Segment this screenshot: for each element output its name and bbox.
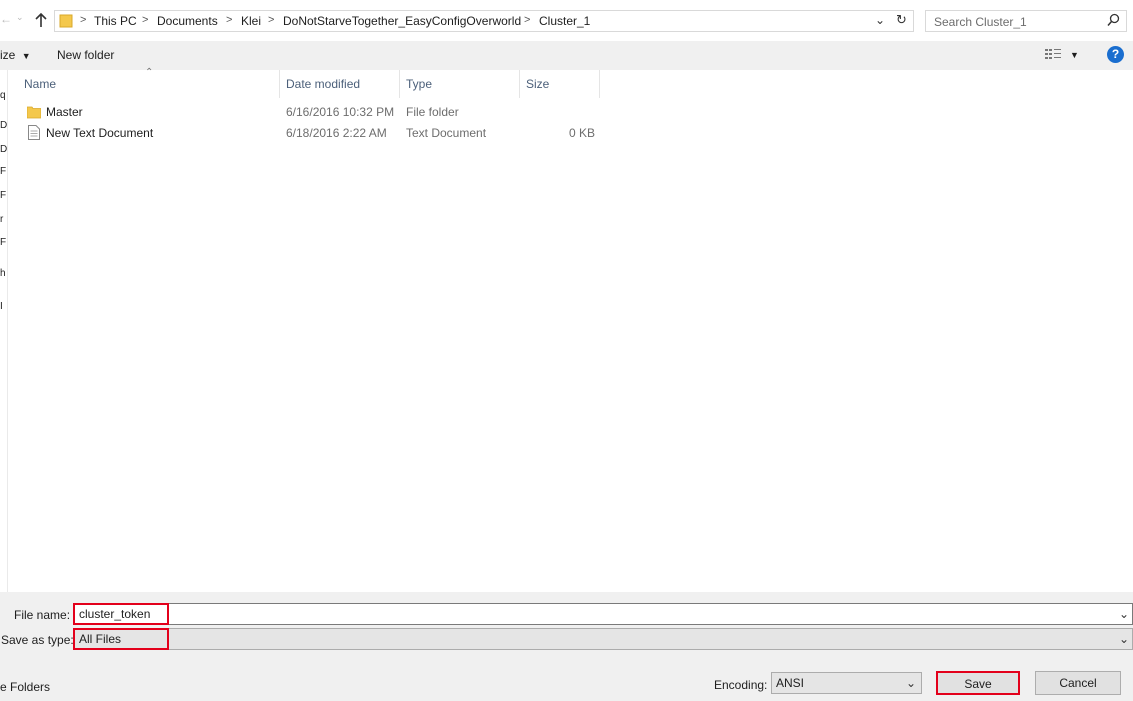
view-options-icon[interactable] bbox=[1045, 48, 1061, 63]
chevron-down-icon[interactable]: ⌄ bbox=[875, 13, 885, 27]
search-input[interactable]: Search Cluster_1 bbox=[925, 10, 1127, 32]
breadcrumb-this-pc[interactable]: This PC bbox=[94, 14, 137, 28]
chevron-down-icon[interactable]: ⌄ bbox=[1119, 607, 1129, 621]
file-name: New Text Document bbox=[46, 126, 154, 140]
chevron-right-icon[interactable]: > bbox=[524, 14, 530, 26]
nav-item[interactable]: D bbox=[0, 144, 7, 155]
chevron-down-icon[interactable]: ⌄ bbox=[906, 676, 916, 690]
save-button[interactable]: Save bbox=[936, 671, 1020, 695]
highlight-box bbox=[73, 628, 169, 650]
encoding-label: Encoding: bbox=[714, 678, 768, 692]
nav-item[interactable]: F bbox=[0, 166, 6, 177]
nav-item[interactable]: h bbox=[0, 268, 6, 279]
file-date: 6/18/2016 2:22 AM bbox=[286, 126, 387, 140]
nav-item[interactable]: q bbox=[0, 90, 6, 101]
highlight-box bbox=[73, 603, 169, 625]
nav-item[interactable]: I bbox=[0, 301, 3, 312]
save-button-label: Save bbox=[964, 677, 992, 691]
column-name-label: Name bbox=[24, 77, 57, 91]
search-icon[interactable] bbox=[1107, 13, 1120, 30]
folder-icon bbox=[26, 105, 42, 122]
chevron-right-icon[interactable]: > bbox=[80, 14, 86, 26]
column-divider[interactable] bbox=[599, 70, 600, 98]
recent-dropdown-icon[interactable]: ⌄ bbox=[16, 12, 24, 23]
nav-item[interactable]: r bbox=[0, 214, 3, 225]
chevron-right-icon[interactable]: > bbox=[268, 14, 274, 26]
breadcrumb-klei[interactable]: Klei bbox=[241, 14, 261, 28]
file-row-new-text-document[interactable]: New Text Document 6/18/2016 2:22 AM Text… bbox=[8, 123, 608, 144]
chevron-down-icon[interactable]: ⌄ bbox=[1119, 632, 1129, 646]
column-header-size[interactable]: Size bbox=[520, 70, 599, 98]
file-name-field[interactable]: cluster_token ⌄ bbox=[73, 603, 1133, 625]
hide-folders-toggle[interactable]: e Folders bbox=[0, 680, 50, 694]
save-type-label: Save as type: bbox=[1, 633, 74, 647]
address-bar[interactable]: > This PC > Documents > Klei > DoNotStar… bbox=[54, 10, 914, 32]
breadcrumb-dst-folder[interactable]: DoNotStarveTogether_EasyConfigOverworld bbox=[283, 14, 521, 28]
nav-item[interactable]: F bbox=[0, 237, 6, 248]
refresh-icon[interactable]: ↻ bbox=[896, 12, 907, 28]
save-type-select[interactable]: All Files ⌄ bbox=[73, 628, 1133, 650]
encoding-value: ANSI bbox=[776, 676, 805, 690]
toolbar: ize ▼ New folder ▼ ? bbox=[0, 41, 1133, 70]
file-date: 6/16/2016 10:32 PM bbox=[286, 105, 395, 119]
cancel-button[interactable]: Cancel bbox=[1035, 671, 1121, 695]
organize-label: ize bbox=[0, 48, 16, 62]
search-placeholder: Search Cluster_1 bbox=[934, 15, 1027, 29]
column-header-date[interactable]: Date modified bbox=[280, 70, 399, 98]
column-header-type[interactable]: Type bbox=[400, 70, 519, 98]
chevron-right-icon[interactable]: > bbox=[142, 14, 148, 26]
text-file-icon bbox=[28, 125, 40, 143]
breadcrumb-documents[interactable]: Documents bbox=[157, 14, 218, 28]
folder-icon bbox=[59, 14, 73, 31]
nav-item[interactable]: D bbox=[0, 120, 7, 131]
save-form: File name: cluster_token ⌄ Save as type:… bbox=[0, 592, 1133, 701]
column-date-label: Date modified bbox=[286, 77, 361, 91]
file-list[interactable]: Name ⌃ Date modified Type Size Master 6/… bbox=[8, 67, 1133, 592]
encoding-select[interactable]: ANSI ⌄ bbox=[771, 672, 922, 694]
up-arrow-icon[interactable] bbox=[33, 10, 49, 30]
help-icon[interactable]: ? bbox=[1107, 46, 1124, 63]
back-icon[interactable]: ← bbox=[0, 12, 12, 26]
caret-down-icon: ▼ bbox=[21, 51, 31, 61]
nav-item[interactable]: F bbox=[0, 190, 6, 201]
chevron-right-icon[interactable]: > bbox=[226, 14, 232, 26]
column-size-label: Size bbox=[526, 77, 550, 91]
file-type: Text Document bbox=[406, 126, 487, 140]
navigation-pane[interactable]: q D D F F r F h I bbox=[0, 70, 8, 592]
file-name: Master bbox=[46, 105, 83, 119]
file-size: 0 KB bbox=[569, 126, 596, 140]
column-type-label: Type bbox=[406, 77, 433, 91]
view-dropdown-icon[interactable]: ▼ bbox=[1070, 50, 1079, 60]
organize-button[interactable]: ize ▼ bbox=[0, 48, 31, 62]
address-row: ← ⌄ > This PC > Documents > Klei > DoNot… bbox=[0, 0, 1133, 41]
sort-ascending-icon: ⌃ bbox=[145, 67, 154, 78]
file-type: File folder bbox=[406, 105, 459, 119]
file-row-master[interactable]: Master 6/16/2016 10:32 PM File folder bbox=[8, 102, 608, 123]
cancel-button-label: Cancel bbox=[1059, 676, 1097, 690]
breadcrumb-cluster[interactable]: Cluster_1 bbox=[539, 14, 590, 28]
new-folder-button[interactable]: New folder bbox=[57, 48, 114, 62]
file-name-label: File name: bbox=[14, 608, 71, 622]
